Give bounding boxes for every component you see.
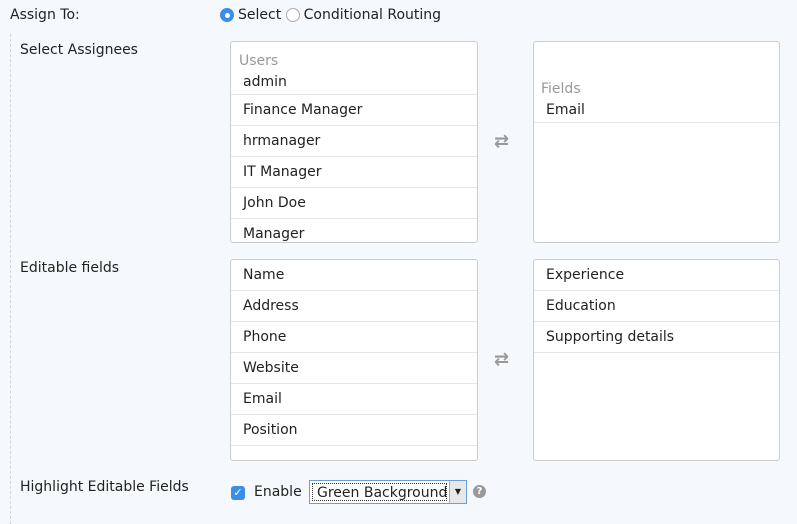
select-value: Green Background (312, 483, 447, 501)
users-header: Users (239, 53, 279, 69)
list-item[interactable]: Experience (534, 260, 779, 291)
list-item[interactable]: Email (231, 384, 477, 415)
radio-checked-icon (220, 8, 234, 22)
list-item[interactable]: Phone (231, 322, 477, 353)
list-item[interactable]: admin (231, 70, 477, 95)
enable-checkbox[interactable]: ✓ (231, 484, 245, 500)
select-assignees-label: Select Assignees (20, 42, 138, 58)
list-item[interactable]: Manager (231, 219, 477, 242)
radio-label: Conditional Routing (303, 7, 442, 23)
list-item[interactable]: hrmanager (231, 126, 477, 157)
list-item[interactable]: Education (534, 291, 779, 322)
highlight-style-select[interactable]: Green Background ▼ (309, 480, 467, 504)
list-item[interactable]: Position (231, 415, 477, 446)
list-item[interactable]: Name (231, 260, 477, 291)
highlight-label: Highlight Editable Fields (20, 479, 189, 495)
list-item[interactable]: Website (231, 353, 477, 384)
list-item[interactable]: Email (534, 98, 779, 123)
radio-conditional-routing[interactable]: Conditional Routing (285, 7, 442, 23)
enable-label: Enable (254, 484, 302, 500)
help-icon[interactable]: ? (473, 485, 486, 498)
chevron-down-icon: ▼ (449, 481, 466, 503)
section-divider (10, 34, 11, 524)
fields-header: Fields (541, 81, 581, 97)
swap-arrows-icon[interactable]: ⇄ (494, 131, 509, 152)
editable-fields-label: Editable fields (20, 260, 120, 276)
radio-unchecked-icon (285, 8, 300, 22)
list-item[interactable]: John Doe (231, 188, 477, 219)
radio-label: Select (238, 7, 282, 23)
list-item[interactable]: Supporting details (534, 322, 779, 353)
assign-to-label: Assign To: (10, 7, 80, 23)
editable-fields-list[interactable]: Experience Education Supporting details (533, 259, 780, 461)
radio-select[interactable]: Select (220, 7, 281, 23)
users-list[interactable]: Users admin Finance Manager hrmanager IT Ma… (230, 41, 478, 243)
swap-arrows-icon[interactable]: ⇄ (494, 349, 509, 370)
assign-radio-group: Select Conditional Routing (220, 7, 441, 23)
list-item[interactable]: Address (231, 291, 477, 322)
list-item[interactable]: IT Manager (231, 157, 477, 188)
available-fields-list[interactable]: Name Address Phone Website Email Position (230, 259, 478, 461)
list-item[interactable]: Finance Manager (231, 95, 477, 126)
checkmark-icon: ✓ (231, 486, 245, 500)
fields-list[interactable]: Fields Email (533, 41, 780, 243)
